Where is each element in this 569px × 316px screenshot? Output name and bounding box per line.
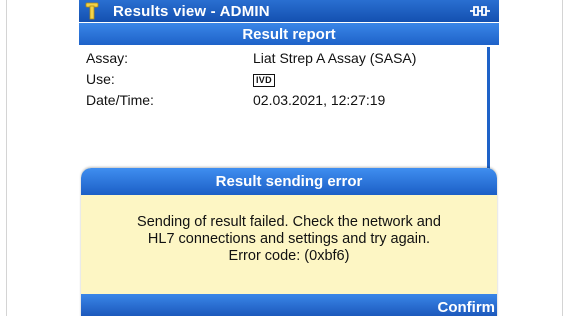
datetime-label: Date/Time: xyxy=(86,91,154,108)
use-row: Use: IVD xyxy=(79,68,499,89)
dialog-message-line: Sending of result failed. Check the netw… xyxy=(137,214,441,230)
datetime-value: 02.03.2021, 12:27:19 xyxy=(253,91,386,108)
datetime-row: Date/Time: 02.03.2021, 12:27:19 xyxy=(79,89,499,110)
ivd-badge: IVD xyxy=(253,74,275,87)
dialog-message-line: Error code: (0xbf6) xyxy=(228,248,350,264)
assay-row: Assay: Liat Strep A Assay (SASA) xyxy=(79,47,499,68)
scrollbar[interactable] xyxy=(487,47,490,187)
dialog-message-line: HL7 connections and settings and try aga… xyxy=(147,231,431,247)
assay-value: Liat Strep A Assay (SASA) xyxy=(253,49,417,66)
use-label: Use: xyxy=(86,70,115,87)
confirm-button[interactable]: Confirm xyxy=(438,299,496,316)
tool-icon xyxy=(79,0,105,22)
assay-label: Assay: xyxy=(86,49,129,66)
network-connector-icon[interactable] xyxy=(461,0,499,22)
title-bar: Results view - ADMIN xyxy=(79,0,499,22)
dialog-title: Result sending error xyxy=(81,168,497,195)
dialog-footer: Confirm xyxy=(81,294,497,316)
error-dialog: Result sending error Sending of result f… xyxy=(81,168,497,316)
window-title: Results view - ADMIN xyxy=(113,2,270,20)
dialog-message: Sending of result failed. Check the netw… xyxy=(81,214,497,265)
result-report-header: Result report xyxy=(79,23,499,45)
use-value: IVD xyxy=(253,70,275,87)
report-details: Assay: Liat Strep A Assay (SASA) Use: IV… xyxy=(79,47,499,110)
device-screen: Results view - ADMIN Result report Assay… xyxy=(79,0,499,316)
